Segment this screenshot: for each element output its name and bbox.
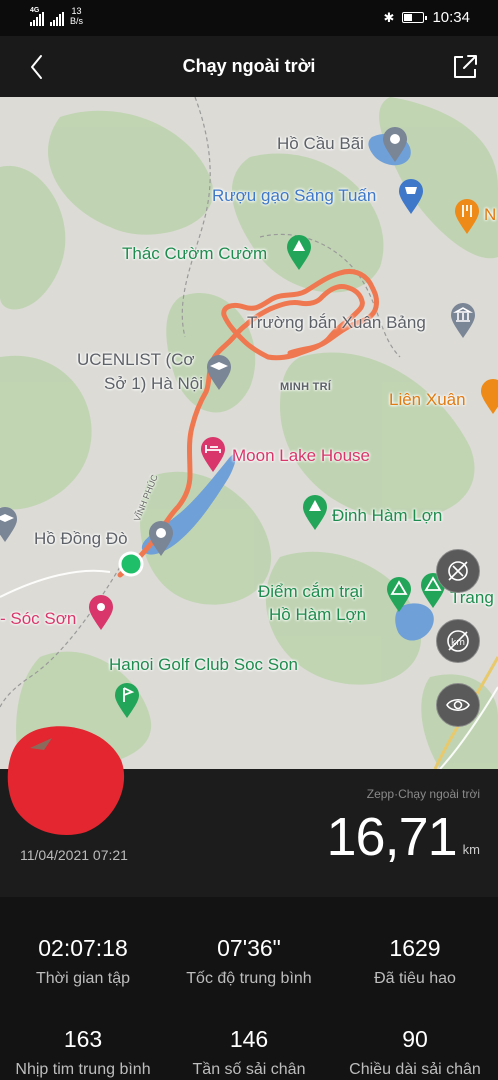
map-label: Hồ Hàm Lợn	[269, 605, 367, 624]
stat-value: 163	[63, 1026, 103, 1052]
landmark-pin-icon[interactable]	[448, 301, 478, 339]
route-map[interactable]: Hồ Cầu Bãi Rượu gạo Sáng Tuấn N Thác Cườ…	[0, 97, 498, 769]
shop-pin-icon[interactable]	[396, 177, 426, 215]
school-pin-2-icon[interactable]	[0, 505, 20, 543]
map-layer-toggle-button[interactable]	[436, 549, 480, 593]
stat-avg-heart-rate: 163 Nhịp tim trung bình	[0, 1026, 166, 1079]
back-button[interactable]	[20, 50, 54, 84]
map-label: Sở 1) Hà Nội	[104, 374, 204, 393]
map-label: - Sóc Sơn	[0, 609, 77, 628]
attraction-pin-icon[interactable]	[86, 593, 116, 631]
restaurant-pin-icon[interactable]	[452, 197, 482, 235]
map-label: Thác Cườm Cườm	[122, 244, 268, 263]
share-icon	[454, 55, 477, 78]
distance-unit: km	[462, 842, 480, 857]
stat-value: 90	[402, 1026, 428, 1052]
cellular-signal-2-icon	[50, 12, 64, 26]
stat-value: 07'36"	[217, 935, 281, 961]
battery-icon	[402, 12, 428, 23]
eye-icon	[446, 698, 470, 712]
stat-label: Tần số sải chân	[192, 1061, 306, 1078]
map-label: Liên Xuân	[389, 390, 466, 409]
route-start-marker	[118, 551, 144, 577]
stat-stride-length: 90 Chiều dài sải chân	[332, 1026, 498, 1079]
network-speed-value: 13	[71, 6, 82, 16]
map-label: Moon Lake House	[232, 446, 370, 465]
distance-display: 16,71 km	[327, 807, 480, 867]
map-label: Điểm cắm trại	[258, 582, 363, 601]
park-pin-icon[interactable]	[284, 233, 314, 271]
map-label: Hanoi Golf Club Soc Son	[109, 655, 298, 674]
hotel-pin-icon[interactable]	[198, 435, 228, 473]
map-label: Trường bắn Xuân Bảng	[247, 313, 426, 332]
km-off-icon: km	[447, 630, 469, 652]
status-bar: 4G 13 B/s ✱ 10:34	[0, 0, 498, 36]
map-label: Đinh Hàm Lợn	[332, 506, 443, 525]
chevron-left-icon	[31, 55, 42, 79]
activity-date: 11/04/2021 07:21	[20, 847, 128, 863]
stat-value: 146	[229, 1026, 269, 1052]
park-pin-2-icon[interactable]	[300, 493, 330, 531]
share-button[interactable]	[448, 50, 482, 84]
map-label: Hồ Cầu Bãi	[277, 134, 364, 153]
visibility-toggle-button[interactable]	[436, 683, 480, 727]
location-pin-2-icon[interactable]	[146, 519, 176, 557]
map-label: MINH TRÍ	[280, 381, 332, 393]
app-header: Chạy ngoài trời	[0, 36, 498, 97]
map-label: N	[484, 205, 497, 224]
stat-cadence: 146 Tần số sải chân	[166, 1026, 332, 1079]
network-type-label: 4G	[30, 7, 40, 14]
redaction-mark	[7, 726, 125, 836]
network-speed-unit: B/s	[70, 16, 84, 26]
activity-source: Zepp·Chạy ngoài trời	[366, 787, 480, 801]
stat-label: Nhịp tim trung bình	[15, 1061, 151, 1078]
distance-value: 16,71	[326, 807, 458, 867]
globe-off-icon	[448, 561, 468, 581]
golf-pin-icon[interactable]	[112, 681, 142, 719]
stat-value: 02:07:18	[38, 935, 128, 961]
stats-grid: 02:07:18 Thời gian tập 07'36" Tốc độ tru…	[0, 897, 498, 1080]
location-pin-icon[interactable]	[380, 125, 410, 163]
clock: 10:34	[432, 9, 470, 26]
restaurant-pin-2-icon[interactable]	[478, 377, 498, 415]
stat-calories: 1629 Đã tiêu hao	[332, 935, 498, 988]
campsite-pin-icon[interactable]	[384, 575, 414, 613]
stat-label: Đã tiêu hao	[374, 970, 456, 987]
map-label: Rượu gạo Sáng Tuấn	[212, 186, 377, 205]
stat-label: Thời gian tập	[35, 970, 131, 987]
page-title: Chạy ngoài trời	[182, 56, 316, 76]
school-pin-icon[interactable]	[204, 353, 234, 391]
network-speed: 13 B/s	[70, 6, 83, 26]
stat-duration: 02:07:18 Thời gian tập	[0, 935, 166, 988]
stat-label: Tốc độ trung bình	[186, 970, 312, 987]
km-markers-toggle-button[interactable]: km	[436, 619, 480, 663]
bluetooth-icon: ✱	[383, 9, 395, 25]
stat-avg-pace: 07'36" Tốc độ trung bình	[166, 935, 332, 988]
cellular-signal-icon: 4G	[30, 7, 44, 26]
stat-label: Chiều dài sải chân	[349, 1061, 481, 1078]
stat-value: 1629	[389, 935, 441, 961]
map-label: UCENLIST (Cơ	[77, 350, 195, 369]
map-label: Hồ Đồng Đò	[34, 529, 128, 548]
